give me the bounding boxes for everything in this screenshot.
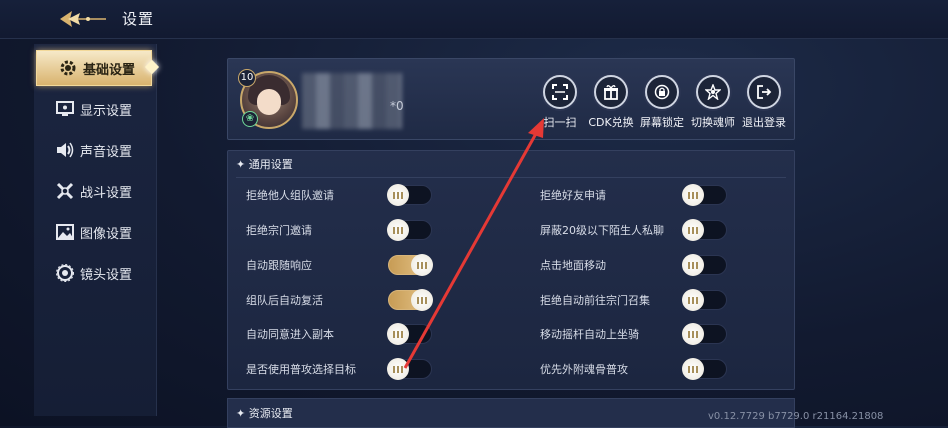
gear-icon bbox=[57, 57, 79, 79]
sidebar-item-display-settings[interactable]: 显示设置 bbox=[34, 92, 156, 126]
cdk-redeem-label: CDK兑换 bbox=[588, 116, 634, 129]
section-header[interactable]: ✦ 资源设置 bbox=[236, 405, 293, 421]
toggle-prefer-soul-bone-attack[interactable] bbox=[682, 358, 727, 380]
toggle-reject-friend-request[interactable] bbox=[682, 184, 727, 206]
scan-icon bbox=[543, 75, 577, 109]
switch-character-label: 切换魂师 bbox=[691, 116, 735, 129]
section-bullet-icon: ✦ bbox=[236, 158, 249, 171]
logout-icon bbox=[747, 75, 781, 109]
element-badge-icon: ❀ bbox=[242, 111, 258, 127]
logout-label: 退出登录 bbox=[742, 116, 786, 129]
monitor-icon bbox=[54, 98, 76, 120]
setting-label: 拒绝宗门邀请 bbox=[246, 224, 312, 237]
top-bar: 设置 bbox=[0, 0, 948, 39]
logout-button[interactable]: 退出登录 bbox=[739, 75, 789, 130]
switch-character-icon bbox=[696, 75, 730, 109]
toggle-reject-sect-summon[interactable] bbox=[682, 289, 727, 311]
toggle-auto-revive[interactable] bbox=[388, 289, 433, 311]
toggle-block-stranger-chat[interactable] bbox=[682, 219, 727, 241]
screen-lock-button[interactable]: 屏幕锁定 bbox=[637, 75, 687, 130]
sidebar-item-label: 基础设置 bbox=[83, 62, 136, 78]
version-text: v0.12.7729 b7729.0 r21164.21808 bbox=[708, 411, 884, 422]
toggle-auto-enter-dungeon[interactable] bbox=[387, 323, 432, 345]
toggle-reject-team-invite[interactable] bbox=[387, 184, 432, 206]
gift-icon bbox=[594, 75, 628, 109]
active-sparkle-icon bbox=[144, 59, 160, 75]
toggle-reject-sect-invite[interactable] bbox=[387, 219, 432, 241]
screen-lock-label: 屏幕锁定 bbox=[640, 116, 684, 129]
sidebar-item-basic-settings[interactable]: 基础设置 bbox=[36, 50, 160, 86]
sidebar-item-sound-settings[interactable]: 声音设置 bbox=[34, 133, 156, 167]
setting-label: 优先外附魂骨普攻 bbox=[540, 363, 628, 376]
sidebar-item-label: 镜头设置 bbox=[80, 267, 133, 283]
sidebar-item-battle-settings[interactable]: 战斗设置 bbox=[34, 174, 156, 208]
scan-label: 扫一扫 bbox=[543, 116, 577, 129]
page-title: 设置 bbox=[122, 10, 155, 28]
back-arrow-icon[interactable] bbox=[58, 8, 108, 30]
switch-character-button[interactable]: 切换魂师 bbox=[688, 75, 738, 130]
sidebar-item-label: 显示设置 bbox=[80, 103, 133, 119]
swords-icon bbox=[54, 180, 76, 202]
general-settings-panel: ✦ 通用设置 拒绝他人组队邀请 拒绝宗门邀请 自动跟随响应 组队后自动复活 自动… bbox=[227, 150, 795, 390]
scan-button[interactable]: 扫一扫 bbox=[535, 75, 585, 130]
sidebar-item-label: 图像设置 bbox=[80, 226, 133, 242]
image-icon bbox=[54, 221, 76, 243]
setting-label: 是否使用普攻选择目标 bbox=[246, 363, 356, 376]
setting-label: 组队后自动复活 bbox=[246, 294, 323, 307]
setting-label: 拒绝他人组队邀请 bbox=[246, 189, 334, 202]
toggle-attack-target-select[interactable] bbox=[387, 358, 432, 380]
toggle-click-ground-move[interactable] bbox=[682, 254, 727, 276]
speaker-icon bbox=[54, 139, 76, 161]
sidebar-item-image-settings[interactable]: 图像设置 bbox=[34, 215, 156, 249]
setting-label: 移动摇杆自动上坐骑 bbox=[540, 328, 639, 341]
settings-sidebar: 基础设置 显示设置 声音设置 战斗设置 图像设置 镜头设置 bbox=[34, 44, 160, 416]
setting-label: 点击地面移动 bbox=[540, 259, 606, 272]
setting-label: 拒绝好友申请 bbox=[540, 189, 606, 202]
setting-label: 拒绝自动前往宗门召集 bbox=[540, 294, 650, 307]
section-title: 资源设置 bbox=[248, 407, 293, 420]
setting-label: 屏蔽20级以下陌生人私聊 bbox=[540, 224, 664, 237]
player-name-suffix: *0 bbox=[390, 99, 404, 113]
setting-label: 自动同意进入副本 bbox=[246, 328, 334, 341]
setting-label: 自动跟随响应 bbox=[246, 259, 312, 272]
lock-icon bbox=[645, 75, 679, 109]
section-header[interactable]: ✦ 通用设置 bbox=[236, 156, 293, 172]
camera-icon bbox=[54, 262, 76, 284]
sidebar-item-camera-settings[interactable]: 镜头设置 bbox=[34, 256, 156, 290]
profile-panel: 10 ❀ *0 扫一扫 CDK兑换 屏幕锁定 切换魂师 退出登录 bbox=[227, 58, 795, 140]
sidebar-item-label: 战斗设置 bbox=[80, 185, 133, 201]
section-bullet-icon: ✦ bbox=[236, 407, 249, 420]
sidebar-item-label: 声音设置 bbox=[80, 144, 133, 160]
section-divider bbox=[236, 177, 786, 178]
toggle-auto-follow[interactable] bbox=[388, 254, 433, 276]
section-title: 通用设置 bbox=[248, 158, 293, 171]
player-name-redacted bbox=[302, 73, 402, 129]
toggle-joystick-auto-mount[interactable] bbox=[682, 323, 727, 345]
level-badge: 10 bbox=[238, 69, 256, 87]
cdk-redeem-button[interactable]: CDK兑换 bbox=[586, 75, 636, 130]
